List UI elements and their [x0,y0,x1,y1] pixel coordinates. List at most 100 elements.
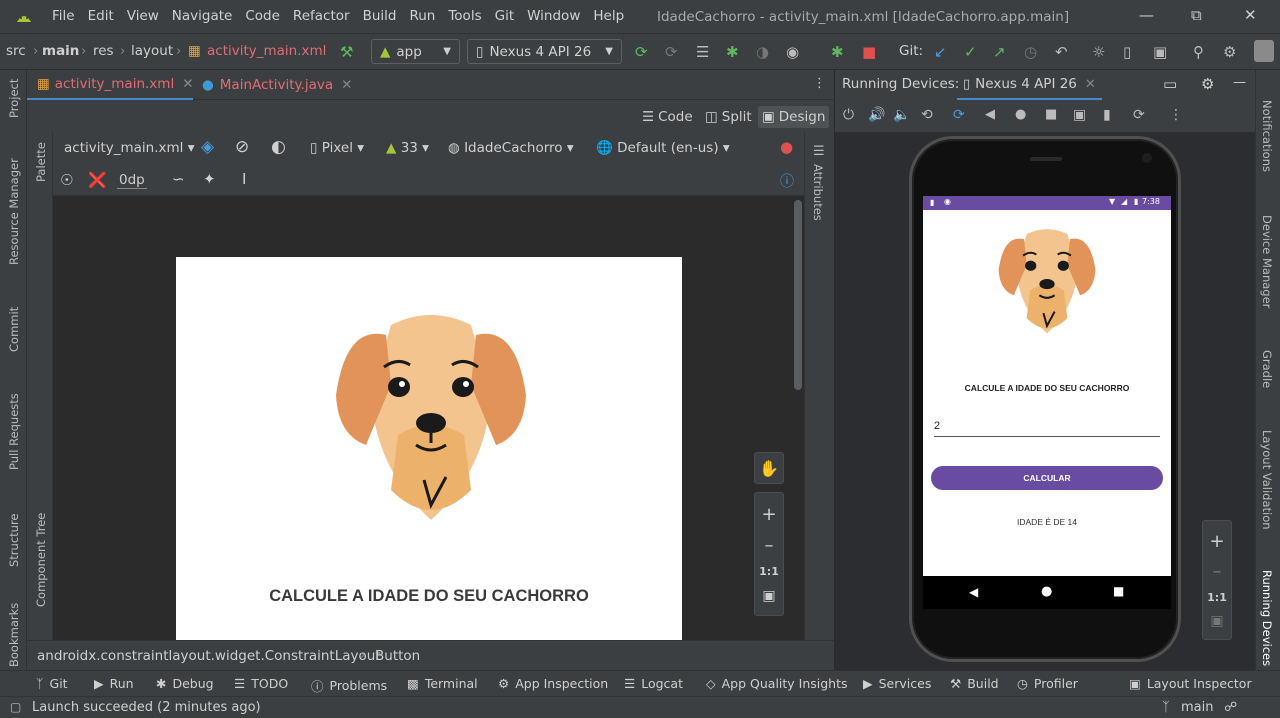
tool-app-inspection[interactable]: ⚙ App Inspection [498,676,608,691]
git-branch-widget[interactable]: main [1181,700,1213,715]
tool-build[interactable]: ⚒ Build [950,676,999,691]
debug-icon[interactable]: ✱ [726,43,739,61]
calculate-button[interactable]: CALCULAR [931,466,1163,490]
tool-layout-inspector[interactable]: ▣ Layout Inspector [1129,676,1252,691]
help-icon[interactable]: ⓘ [780,171,794,191]
canvas-scrollbar[interactable] [794,200,802,390]
design-mode-button[interactable]: ▣ Design [758,106,830,128]
volume-down-icon[interactable]: 🔈 [893,107,910,123]
zoom-actual-size-button[interactable]: 1:1 [759,565,779,578]
magnet-off-icon[interactable]: ❌ [88,171,107,189]
back-icon[interactable]: ◀ [969,585,978,599]
zoom-in-icon[interactable]: + [1209,531,1224,552]
tool-services[interactable]: ▶ Services [863,676,931,691]
menu-code[interactable]: Code [245,8,280,24]
layers-icon[interactable]: ◈ [201,137,214,157]
menu-git[interactable]: Git [495,8,515,24]
tool-commit[interactable]: Commit [7,307,21,352]
tool-problems[interactable]: ⓘ Problems [311,676,387,695]
zoom-fit-icon[interactable]: ▣ [762,588,775,604]
menu-window[interactable]: Window [527,8,580,24]
close-icon[interactable]: ✕ [341,77,352,93]
tab-main-activity[interactable]: ● MainActivity.java ✕ [200,70,352,100]
phone-screen[interactable]: ▮ ◉ ▼ ◢ ▮ 7:38 CALCULE A IDADE DO SEU CA… [923,196,1171,609]
apply-changes-icon[interactable]: ⟳ [635,43,648,61]
minimize-icon[interactable]: — [1139,6,1154,24]
git-update-icon[interactable]: ↙ [934,43,947,61]
overview-icon[interactable]: ■ [1113,584,1124,598]
menu-build[interactable]: Build [363,8,397,24]
tool-run[interactable]: ▶ Run [94,676,134,691]
tool-git[interactable]: ᛉ Git [36,676,68,691]
clear-constraints-icon[interactable]: ∽ [172,170,185,188]
tool-todo[interactable]: ☰ TODO [234,676,288,691]
more-tabs-icon[interactable]: ⋮ [813,76,826,91]
menu-help[interactable]: Help [593,8,624,24]
tool-resource-manager[interactable]: Resource Manager [7,158,21,265]
zoom-out-icon[interactable]: – [1213,561,1222,582]
zoom-fit-icon[interactable]: ▣ [1210,613,1223,629]
settings-icon[interactable]: ⚙ [1201,75,1214,93]
maximize-icon[interactable]: ▭ [1163,75,1177,93]
stop-icon[interactable]: ■ [862,43,876,61]
sdk-manager-icon[interactable]: ▣ [1153,43,1167,61]
status-message[interactable]: Launch succeeded (2 minutes ago) [32,700,261,715]
close-icon[interactable]: ✕ [1085,77,1096,92]
night-mode-icon[interactable]: ◐ [271,137,286,157]
split-mode-button[interactable]: ◫ Split [701,106,756,128]
menu-view[interactable]: View [127,8,159,24]
layout-preview[interactable]: CALCULE A IDADE DO SEU CACHORRO [176,257,682,640]
breadcrumb-constraint-layout[interactable]: androidx.constraintlayout.widget.Constra… [37,648,381,664]
close-icon[interactable]: ✕ [182,76,193,92]
settings-icon[interactable]: ⚙ [1223,43,1236,61]
zoom-out-icon[interactable]: – [765,535,774,556]
breadcrumb-layout[interactable]: layout [131,43,173,59]
rotate-left-icon[interactable]: ⟲ [921,107,933,123]
breadcrumb-res[interactable]: res [93,43,114,59]
attributes-tab[interactable]: Attributes [811,164,825,221]
zoom-in-icon[interactable]: + [761,504,776,525]
guidelines-icon[interactable]: I [242,170,246,188]
infer-constraints-icon[interactable]: ✦ [203,170,216,188]
hammer-icon[interactable]: ⚒ [340,43,353,61]
tool-notifications[interactable]: Notifications [1260,100,1274,172]
design-canvas[interactable]: CALCULE A IDADE DO SEU CACHORRO ✋ + – 1:… [53,197,804,640]
lock-icon[interactable]: ☍ [1224,700,1237,715]
age-input[interactable]: 2 [934,420,1160,437]
rollback-icon[interactable]: ↶ [1055,43,1068,61]
power-icon[interactable]: ⏻ [843,107,854,123]
reset-icon[interactable]: ⟳ [1133,107,1145,123]
device-preview-select[interactable]: ▯ Pixel ▾ [310,140,364,156]
run-options-icon[interactable]: ◉ [786,43,799,61]
coverage-icon[interactable]: ☰ [696,43,709,61]
breadcrumb-button[interactable]: Button [375,648,420,664]
git-history-icon[interactable]: ◷ [1024,43,1037,61]
component-tree-tab[interactable]: Component Tree [34,513,48,607]
git-commit-icon[interactable]: ✓ [964,43,977,61]
theme-select[interactable]: ◍ IdadeCachorro ▾ [448,140,574,156]
tab-activity-main[interactable]: ▦ activity_main.xml ✕ [27,70,194,100]
tool-app-quality-insights[interactable]: ◇ App Quality Insights [706,676,848,691]
screenshot-icon[interactable]: ▣ [1073,107,1086,123]
tool-gradle[interactable]: Gradle [1260,350,1274,388]
menu-refactor[interactable]: Refactor [293,8,350,24]
status-panel-icon[interactable]: ▢ [10,700,21,714]
menu-tools[interactable]: Tools [448,8,481,24]
menu-file[interactable]: File [52,8,75,24]
eye-icon[interactable]: ☉ [60,171,73,189]
palette-tab[interactable]: Palette [34,142,48,182]
run-config-select[interactable]: ▲ app ▼ [371,39,460,64]
rotate-right-icon[interactable]: ⟳ [953,107,965,123]
git-push-icon[interactable]: ↗ [993,43,1006,61]
apply-code-changes-icon[interactable]: ⟳ [665,43,678,61]
tool-pull-requests[interactable]: Pull Requests [7,393,21,470]
tool-structure[interactable]: Structure [7,514,21,568]
tool-running-devices[interactable]: Running Devices [1260,570,1274,666]
breadcrumb-main[interactable]: main [42,43,79,59]
menu-run[interactable]: Run [409,8,435,24]
avatar[interactable] [1254,40,1274,62]
tool-layout-validation[interactable]: Layout Validation [1260,430,1274,530]
hide-panel-icon[interactable]: — [1233,75,1246,90]
default-margin-select[interactable]: 0dp [117,172,147,189]
preview-heading[interactable]: CALCULE A IDADE DO SEU CACHORRO [176,587,682,606]
